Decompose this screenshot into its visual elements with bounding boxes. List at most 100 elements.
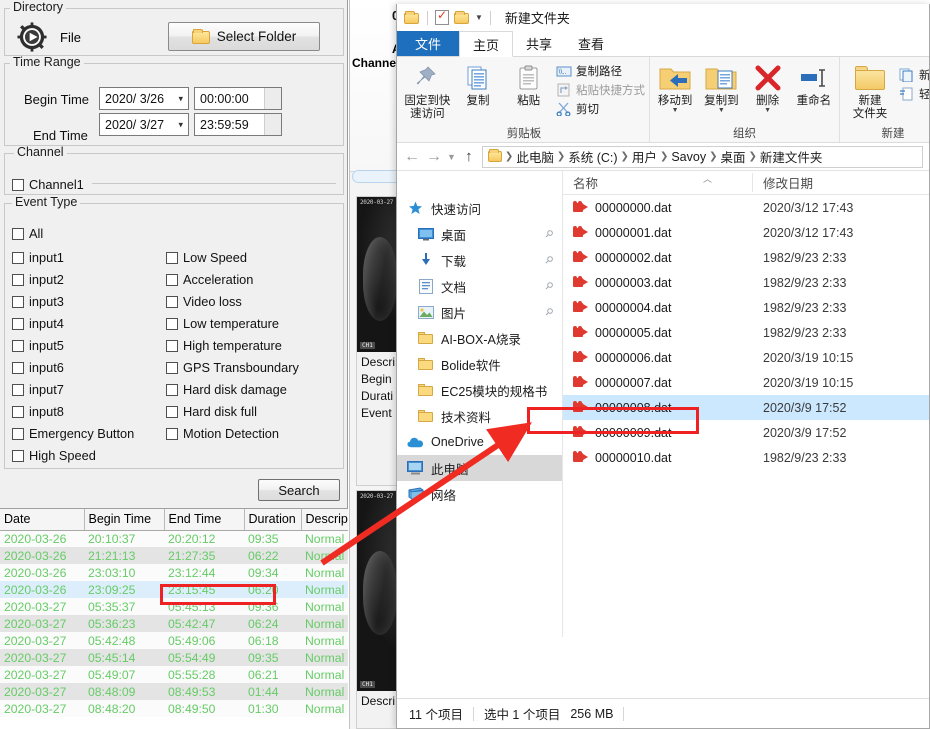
chevron-down-icon[interactable]: ▼ bbox=[672, 107, 679, 114]
checkbox-box[interactable] bbox=[166, 317, 178, 330]
checkbox-high-speed[interactable]: High Speed bbox=[12, 448, 96, 463]
table-row[interactable]: 2020-03-27 05:45:14 05:54:49 09:35 Normal bbox=[0, 649, 348, 666]
pin-icon[interactable]: ⚲ bbox=[542, 228, 555, 241]
table-row[interactable]: 2020-03-26 23:09:25 23:15:45 06:20 Normal bbox=[0, 581, 348, 598]
checkbox-gps-transboundary[interactable]: GPS Transboundary bbox=[166, 360, 299, 375]
begin-time-input[interactable]: 00:00:00 bbox=[194, 87, 282, 110]
folder-icon[interactable] bbox=[404, 11, 420, 24]
column-header-description[interactable]: Descript bbox=[301, 509, 348, 531]
checkbox-video-loss[interactable]: Video loss bbox=[166, 294, 242, 309]
table-row[interactable]: 2020-03-26 23:03:10 23:12:44 09:34 Normal bbox=[0, 564, 348, 581]
checkbox-box[interactable] bbox=[166, 427, 178, 440]
chevron-down-icon[interactable]: ▼ bbox=[764, 107, 771, 114]
checkbox-box[interactable] bbox=[12, 295, 24, 308]
pin-icon[interactable]: ⚲ bbox=[542, 280, 555, 293]
table-row[interactable]: 2020-03-27 05:49:07 05:55:28 06:21 Normal bbox=[0, 666, 348, 683]
checkbox-box[interactable] bbox=[166, 273, 178, 286]
column-header-modified[interactable]: 修改日期 bbox=[753, 173, 813, 192]
checkbox-high-temperature[interactable]: High temperature bbox=[166, 338, 282, 353]
nav-item-6[interactable]: Bolide软件 bbox=[397, 351, 562, 377]
copy-button[interactable]: 复制 bbox=[454, 61, 503, 108]
tab-file[interactable]: 文件 bbox=[397, 31, 460, 56]
checkbox-box[interactable] bbox=[12, 317, 24, 330]
breadcrumb-item-system-c[interactable]: 系统 (C:) bbox=[568, 147, 617, 166]
forward-button[interactable]: → bbox=[425, 148, 443, 166]
checkbox-low-temperature[interactable]: Low temperature bbox=[166, 316, 279, 331]
new-folder-icon[interactable] bbox=[454, 11, 470, 24]
nav-item-8[interactable]: 技术资料 bbox=[397, 403, 562, 429]
checkbox-input8[interactable]: input8 bbox=[12, 404, 64, 419]
up-button[interactable]: ↑ bbox=[460, 148, 478, 165]
file-row[interactable]: 00000002.dat 1982/9/23 2:33 bbox=[563, 245, 929, 270]
checkbox-box[interactable] bbox=[12, 449, 24, 462]
nav-item-3[interactable]: 文档 ⚲ bbox=[397, 273, 562, 299]
table-row[interactable]: 2020-03-27 05:42:48 05:49:06 06:18 Normal bbox=[0, 632, 348, 649]
pin-to-quick-access-button[interactable]: 固定到快 速访问 bbox=[403, 61, 452, 121]
checkbox-input5[interactable]: input5 bbox=[12, 338, 64, 353]
tab-share[interactable]: 共享 bbox=[513, 31, 565, 56]
checkbox-all[interactable]: All bbox=[12, 226, 43, 241]
easy-access-button[interactable]: 轻松 bbox=[898, 86, 929, 102]
properties-icon[interactable] bbox=[435, 8, 449, 25]
checkbox-box[interactable] bbox=[166, 295, 178, 308]
results-table-container[interactable]: Date Begin Time End Time Duration Descri… bbox=[0, 508, 348, 729]
checkbox-low-speed[interactable]: Low Speed bbox=[166, 250, 247, 265]
nav-item-10[interactable]: 此电脑 bbox=[397, 455, 562, 481]
breadcrumb-item-users[interactable]: 用户 bbox=[632, 147, 657, 166]
tab-home[interactable]: 主页 bbox=[459, 31, 514, 57]
table-row[interactable]: 2020-03-27 05:36:23 05:42:47 06:24 Normal bbox=[0, 615, 348, 632]
file-row[interactable]: 00000005.dat 1982/9/23 2:33 bbox=[563, 320, 929, 345]
checkbox-input6[interactable]: input6 bbox=[12, 360, 64, 375]
file-row[interactable]: 00000006.dat 2020/3/19 10:15 bbox=[563, 345, 929, 370]
checkbox-input4[interactable]: input4 bbox=[12, 316, 64, 331]
end-date-picker[interactable]: 2020/ 3/27 ▾ bbox=[99, 113, 189, 136]
table-row[interactable]: 2020-03-27 08:48:20 08:49:50 01:30 Normal bbox=[0, 700, 348, 717]
column-header-name[interactable]: 名称 bbox=[563, 173, 753, 192]
paste-shortcut-button[interactable]: 粘贴快捷方式 bbox=[555, 82, 645, 98]
breadcrumb[interactable]: ❯ 此电脑 ❯ 系统 (C:) ❯ 用户 ❯ Savoy ❯ 桌面 ❯ 新建文件… bbox=[481, 145, 923, 168]
file-row[interactable]: 00000010.dat 1982/9/23 2:33 bbox=[563, 445, 929, 470]
breadcrumb-item-savoy[interactable]: Savoy bbox=[671, 150, 706, 164]
chevron-down-icon[interactable]: ▼ bbox=[718, 107, 725, 114]
checkbox-hard-disk-damage[interactable]: Hard disk damage bbox=[166, 382, 287, 397]
pin-icon[interactable]: ⚲ bbox=[542, 306, 555, 319]
cut-button[interactable]: 剪切 bbox=[555, 101, 645, 117]
chevron-down-icon[interactable]: ▼ bbox=[475, 13, 483, 22]
checkbox-acceleration[interactable]: Acceleration bbox=[166, 272, 253, 287]
file-row[interactable]: 00000009.dat 2020/3/9 17:52 bbox=[563, 420, 929, 445]
copy-path-button[interactable]: \\.. 复制路径 bbox=[555, 63, 645, 79]
search-button[interactable]: Search bbox=[258, 479, 340, 501]
table-row[interactable]: 2020-03-27 08:48:09 08:49:53 01:44 Normal bbox=[0, 683, 348, 700]
file-row[interactable]: 00000008.dat 2020/3/9 17:52 bbox=[563, 395, 929, 420]
file-row[interactable]: 00000004.dat 1982/9/23 2:33 bbox=[563, 295, 929, 320]
breadcrumb-item-this-pc[interactable]: 此电脑 bbox=[516, 147, 554, 166]
nav-item-1[interactable]: 桌面 ⚲ bbox=[397, 221, 562, 247]
checkbox-box[interactable] bbox=[12, 251, 24, 264]
checkbox-motion-detection[interactable]: Motion Detection bbox=[166, 426, 279, 441]
checkbox-box[interactable] bbox=[12, 178, 24, 191]
checkbox-box[interactable] bbox=[12, 339, 24, 352]
checkbox-box[interactable] bbox=[166, 405, 178, 418]
checkbox-box[interactable] bbox=[166, 339, 178, 352]
checkbox-box[interactable] bbox=[166, 251, 178, 264]
nav-item-5[interactable]: AI-BOX-A烧录 bbox=[397, 325, 562, 351]
checkbox-hard-disk-full[interactable]: Hard disk full bbox=[166, 404, 257, 419]
checkbox-input7[interactable]: input7 bbox=[12, 382, 64, 397]
nav-item-4[interactable]: 图片 ⚲ bbox=[397, 299, 562, 325]
nav-item-11[interactable]: 网络 bbox=[397, 481, 562, 507]
column-header-duration[interactable]: Duration bbox=[244, 509, 302, 531]
column-header-begin[interactable]: Begin Time bbox=[84, 509, 165, 531]
column-header-date[interactable]: Date bbox=[0, 509, 85, 531]
table-row[interactable]: 2020-03-26 21:21:13 21:27:35 06:22 Normal bbox=[0, 547, 348, 564]
checkbox-input1[interactable]: input1 bbox=[12, 250, 64, 265]
checkbox-input3[interactable]: input3 bbox=[12, 294, 64, 309]
select-folder-button[interactable]: Select Folder bbox=[168, 22, 320, 51]
copy-to-button[interactable]: 复制到 ▼ bbox=[700, 61, 742, 114]
file-row[interactable]: 00000001.dat 2020/3/12 17:43 bbox=[563, 220, 929, 245]
begin-time-spinner[interactable] bbox=[264, 88, 281, 109]
checkbox-box[interactable] bbox=[12, 227, 24, 240]
file-row[interactable]: 00000003.dat 1982/9/23 2:33 bbox=[563, 270, 929, 295]
file-row[interactable]: 00000007.dat 2020/3/19 10:15 bbox=[563, 370, 929, 395]
end-time-spinner[interactable] bbox=[264, 114, 281, 135]
checkbox-channel1[interactable]: Channel1 bbox=[12, 177, 84, 192]
